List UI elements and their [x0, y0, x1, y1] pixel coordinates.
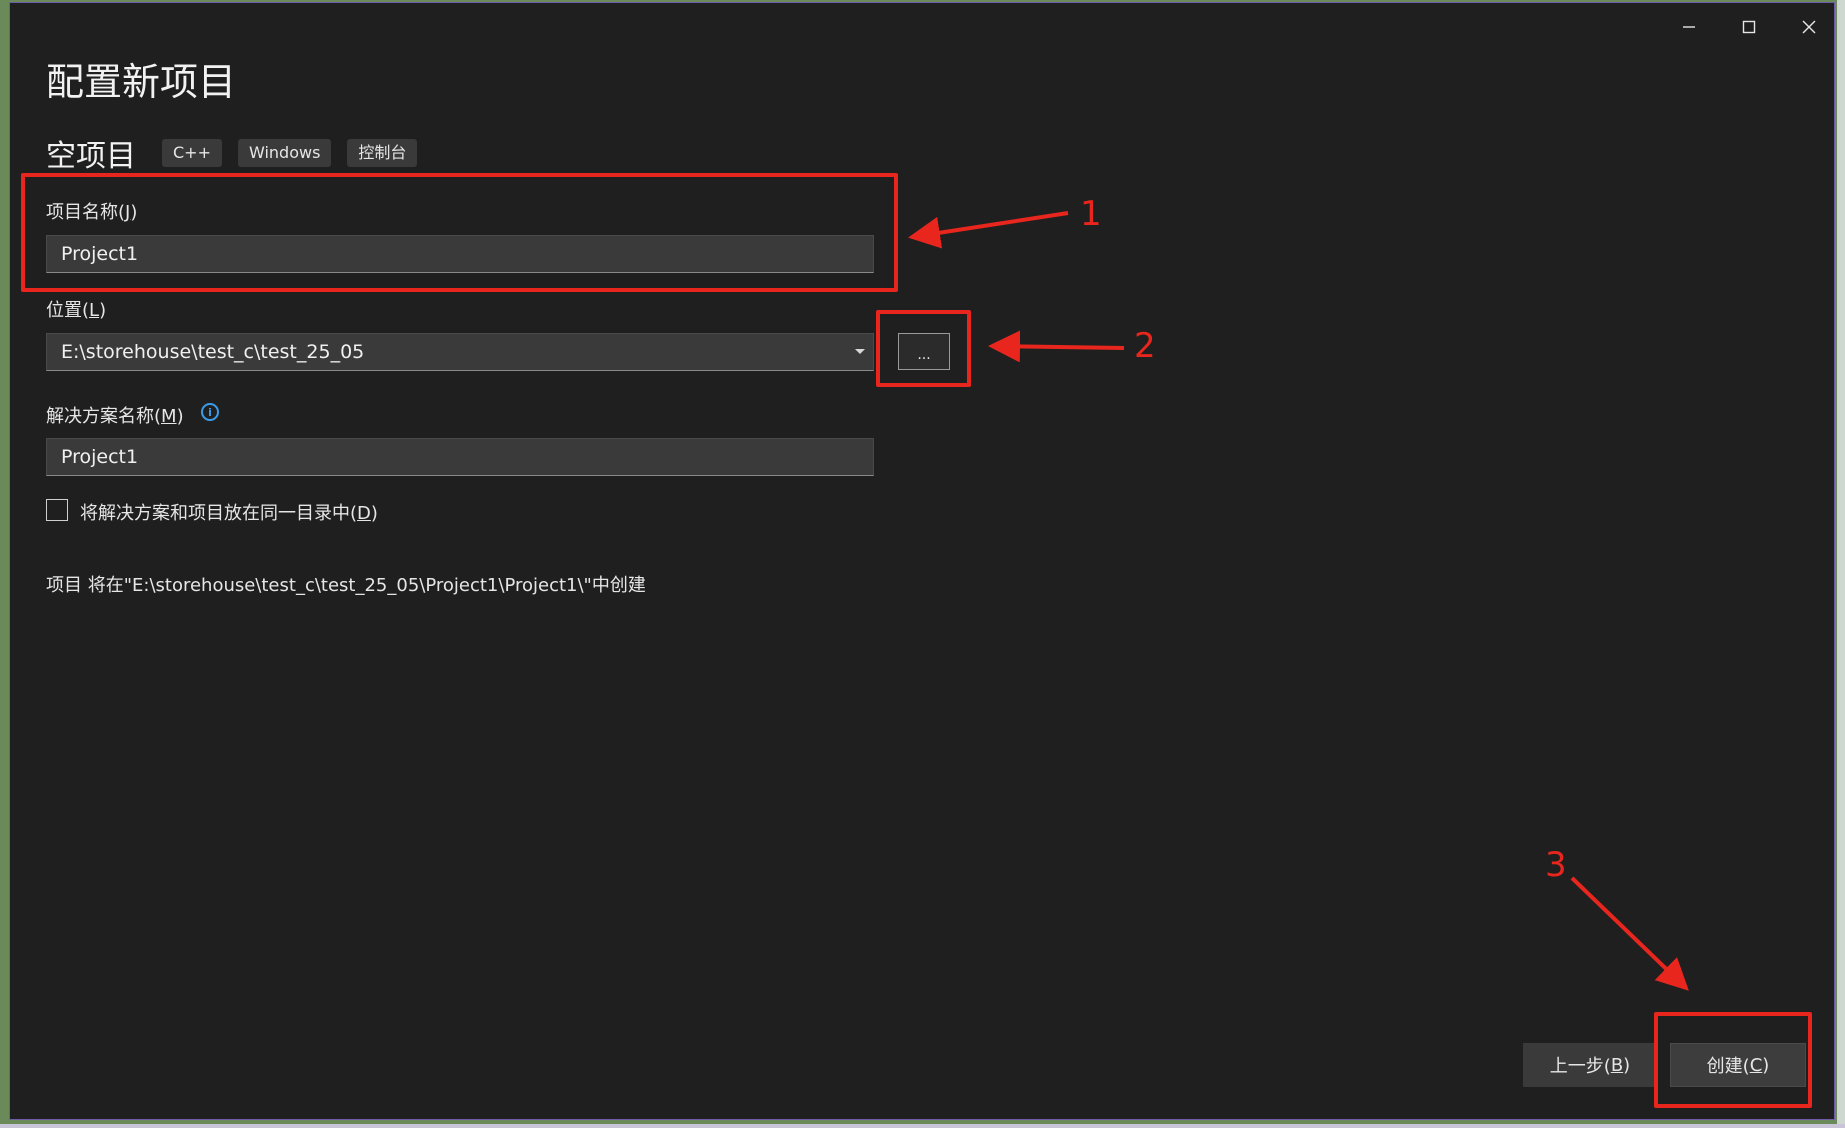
annotation-arrow-1 [908, 211, 1069, 249]
annotation-arrows [908, 211, 1689, 991]
annotation-arrow-2 [988, 330, 1125, 363]
annotation-arrow-3 [1570, 876, 1689, 991]
